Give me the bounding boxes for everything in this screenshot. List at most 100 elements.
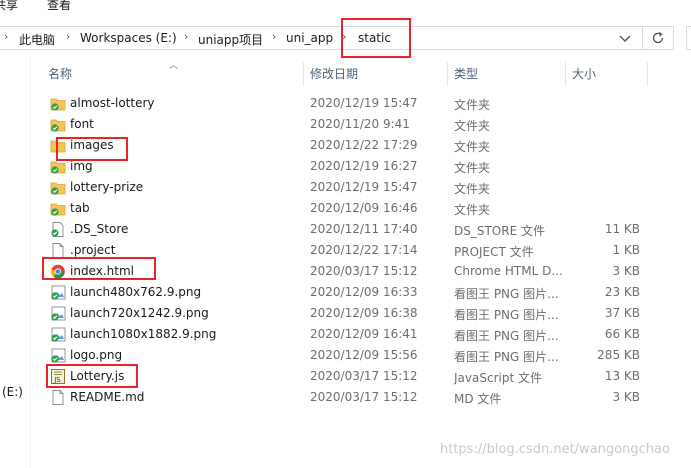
file-row[interactable]: README.md 2020/03/17 15:12 MD 文件 3 KB (33, 387, 691, 408)
file-name: launch720x1242.9.png (70, 306, 209, 320)
refresh-button[interactable] (643, 26, 674, 50)
folder-green-check-icon (50, 180, 66, 195)
file-modified-date: 2020/12/19 16:27 (310, 159, 418, 173)
file-row[interactable]: launch1080x1882.9.png 2020/12/09 16:41 看图王… (33, 324, 691, 345)
file-size: 1 KB (612, 243, 640, 257)
sort-up-icon: ︿ (169, 61, 179, 71)
highlight-lottery-js (46, 364, 138, 388)
file-type: 文件夹 (454, 140, 491, 154)
file-type: DS_STORE 文件 (454, 224, 545, 238)
file-size: 285 KB (597, 348, 640, 362)
file-type: 看图王 PNG 图片... (454, 287, 559, 301)
file-type: 看图王 PNG 图片... (454, 308, 559, 322)
file-size: 3 KB (612, 264, 640, 278)
refresh-icon (651, 31, 665, 48)
breadcrumb-workspaces[interactable]: Workspaces (E:) (80, 31, 177, 45)
file-size: 66 KB (604, 327, 640, 341)
highlight-static (341, 18, 411, 58)
file-type: 看图王 PNG 图片... (454, 329, 559, 343)
file-name: tab (70, 201, 90, 215)
file-name: lottery-prize (70, 180, 144, 194)
chevron-down-icon[interactable] (615, 32, 635, 46)
chevron-right-icon[interactable]: › (184, 30, 188, 43)
file-modified-date: 2020/12/19 15:47 (310, 180, 418, 194)
file-icon (50, 390, 66, 405)
file-name: almost-lottery (70, 96, 155, 110)
column-header-name[interactable]: 名称 (48, 60, 72, 88)
file-row[interactable]: logo.png 2020/12/09 15:56 看图王 PNG 图片... 285… (33, 345, 691, 366)
file-modified-date: 2020/11/20 9:41 (310, 117, 410, 131)
folder-green-check-icon (50, 117, 66, 132)
nav-item-drive-e[interactable]: (E:) (2, 385, 23, 399)
file-icon (50, 243, 66, 258)
image-green-check-icon (50, 285, 66, 300)
column-header-type[interactable]: 类型 (454, 60, 478, 88)
ribbon-tab-view[interactable]: 查看 (47, 0, 71, 13)
file-modified-date: 2020/12/09 16:38 (310, 306, 418, 320)
file-row[interactable]: launch720x1242.9.png 2020/12/09 16:38 看图王 … (33, 303, 691, 324)
file-type: 文件夹 (454, 119, 491, 133)
file-type: Chrome HTML D... (454, 264, 562, 278)
file-size: 37 KB (604, 306, 640, 320)
file-type: 文件夹 (454, 98, 491, 112)
address-bar[interactable]: › 此电脑 › Workspaces (E:) › uniapp项目 › uni… (0, 26, 643, 50)
file-name: font (70, 117, 94, 131)
file-row[interactable]: .DS_Store 2020/12/11 17:40 DS_STORE 文件 11 K… (33, 219, 691, 240)
file-row[interactable]: tab 2020/12/09 16:46 文件夹 (33, 198, 691, 219)
file-type: PROJECT 文件 (454, 245, 534, 259)
chevron-right-icon[interactable]: › (4, 30, 8, 43)
file-size: 23 KB (604, 285, 640, 299)
file-modified-date: 2020/12/22 17:14 (310, 243, 418, 257)
file-type: 文件夹 (454, 182, 491, 196)
file-type: 文件夹 (454, 161, 491, 175)
highlight-images (56, 137, 128, 161)
file-row[interactable]: launch480x762.9.png 2020/12/09 16:33 看图王 P… (33, 282, 691, 303)
folder-green-check-icon (50, 159, 66, 174)
breadcrumb-this-pc[interactable]: 此电脑 (19, 31, 55, 48)
file-row[interactable]: font 2020/11/20 9:41 文件夹 (33, 114, 691, 135)
column-header-row: ︿ 名称 修改日期 类型 大小 (33, 60, 691, 88)
column-divider[interactable] (303, 62, 304, 86)
file-name: img (70, 159, 93, 173)
file-green-check-icon (50, 222, 66, 237)
file-row[interactable]: almost-lottery 2020/12/19 15:47 文件夹 (33, 93, 691, 114)
column-divider[interactable] (647, 62, 648, 86)
pane-divider[interactable] (30, 56, 31, 468)
file-type: 看图王 PNG 图片... (454, 350, 559, 364)
breadcrumb-uni-app[interactable]: uni_app (286, 31, 333, 45)
file-modified-date: 2020/03/17 15:12 (310, 390, 418, 404)
file-modified-date: 2020/12/19 15:47 (310, 96, 418, 110)
breadcrumb-uniapp[interactable]: uniapp项目 (198, 31, 263, 48)
file-modified-date: 2020/12/11 17:40 (310, 222, 418, 236)
column-divider[interactable] (565, 62, 566, 86)
column-header-date[interactable]: 修改日期 (310, 60, 358, 88)
image-green-check-icon (50, 348, 66, 363)
search-box[interactable] (686, 26, 691, 50)
file-modified-date: 2020/03/17 15:12 (310, 369, 418, 383)
file-size: 11 KB (604, 222, 640, 236)
chevron-right-icon[interactable]: › (66, 30, 70, 43)
file-name: README.md (70, 390, 145, 404)
folder-green-check-icon (50, 96, 66, 111)
file-modified-date: 2020/12/09 16:41 (310, 327, 418, 341)
file-type: MD 文件 (454, 392, 502, 406)
column-header-size[interactable]: 大小 (572, 60, 596, 88)
file-name: .project (70, 243, 116, 257)
file-row[interactable]: images 2020/12/22 17:29 文件夹 (33, 135, 691, 156)
column-divider[interactable] (447, 62, 448, 86)
file-row[interactable]: lottery-prize 2020/12/19 15:47 文件夹 (33, 177, 691, 198)
file-modified-date: 2020/12/09 15:56 (310, 348, 418, 362)
file-modified-date: 2020/03/17 15:12 (310, 264, 418, 278)
file-modified-date: 2020/12/09 16:46 (310, 201, 418, 215)
ribbon-tab-share[interactable]: 共享 (0, 0, 18, 13)
image-green-check-icon (50, 306, 66, 321)
image-green-check-icon (50, 327, 66, 342)
file-name: launch1080x1882.9.png (70, 327, 217, 341)
file-row[interactable]: img 2020/12/19 16:27 文件夹 (33, 156, 691, 177)
chevron-right-icon[interactable]: › (272, 30, 276, 43)
highlight-index-html (42, 257, 156, 280)
file-name: .DS_Store (70, 222, 129, 236)
file-name: launch480x762.9.png (70, 285, 202, 299)
ribbon: 共享 查看 (0, 0, 691, 14)
file-size: 13 KB (604, 369, 640, 383)
